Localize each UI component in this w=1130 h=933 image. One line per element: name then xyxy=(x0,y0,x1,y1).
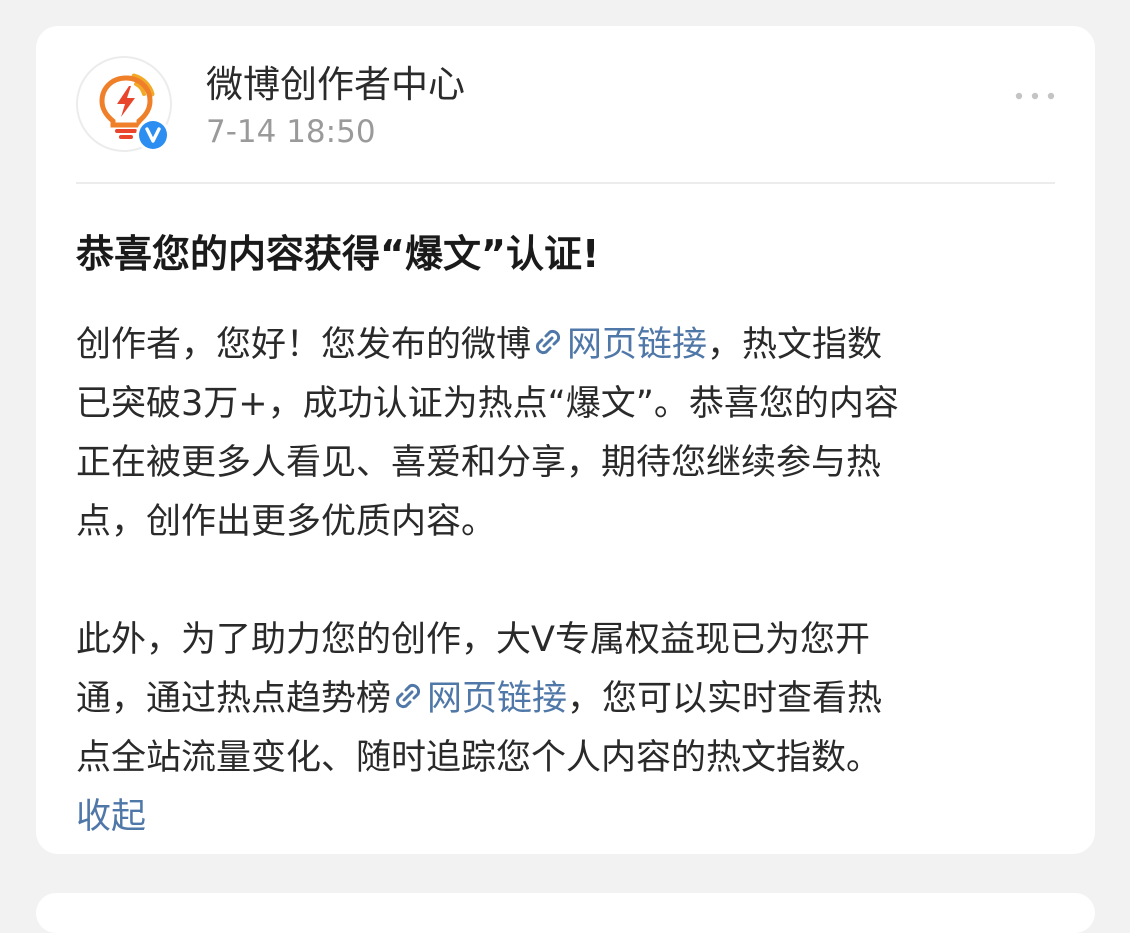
web-link[interactable]: 网页链接 xyxy=(531,325,707,365)
body-text: ，您可以实时查看热 xyxy=(567,679,883,719)
more-dots-icon xyxy=(1015,92,1055,100)
body-line: 已突破3万+，成功认证为热点“爆文”。恭喜您的内容 xyxy=(76,384,899,424)
more-options-button[interactable] xyxy=(1015,88,1055,104)
body-line: 正在被更多人看见、喜爱和分享，期待您继续参与热 xyxy=(76,443,882,483)
body-line: 创作者，您好！您发布的微博 网页链接，热文指数 xyxy=(76,316,1051,375)
body-text: ，热文指数 xyxy=(707,325,883,365)
hot-trend-link[interactable]: 网页链接 xyxy=(391,679,567,719)
body-line: 此外，为了助力您的创作，大V专属权益现已为您开 xyxy=(76,620,870,660)
next-post-card xyxy=(36,893,1095,933)
verified-v-badge-icon xyxy=(139,121,167,149)
link-chain-icon xyxy=(395,683,421,709)
body-text: 通，通过热点趋势榜 xyxy=(76,679,392,719)
post-card: 微博创作者中心 7-14 18:50 恭喜您的内容获得“爆文”认证! 创作者，您… xyxy=(36,26,1095,854)
body-line: 点，创作出更多优质内容。 xyxy=(76,502,497,542)
body-line: 点全站流量变化、随时追踪您个人内容的热文指数。 xyxy=(76,738,882,778)
verified-badge xyxy=(136,118,170,152)
author-name[interactable]: 微博创作者中心 xyxy=(206,62,465,108)
web-link-label[interactable]: 网页链接 xyxy=(567,325,707,365)
header-divider xyxy=(76,182,1055,184)
post-body: 创作者，您好！您发布的微博 网页链接，热文指数 已突破3万+，成功认证为热点“爆文… xyxy=(76,316,1051,847)
link-chain-icon xyxy=(535,329,561,355)
collapse-button[interactable]: 收起 xyxy=(76,788,1051,847)
post-title: 恭喜您的内容获得“爆文”认证! xyxy=(76,232,600,276)
body-line: 通，通过热点趋势榜 网页链接，您可以实时查看热 xyxy=(76,670,1051,729)
web-link-label[interactable]: 网页链接 xyxy=(427,679,567,719)
post-timestamp: 7-14 18:50 xyxy=(206,114,376,150)
body-text: 创作者，您好！您发布的微博 xyxy=(76,325,532,365)
